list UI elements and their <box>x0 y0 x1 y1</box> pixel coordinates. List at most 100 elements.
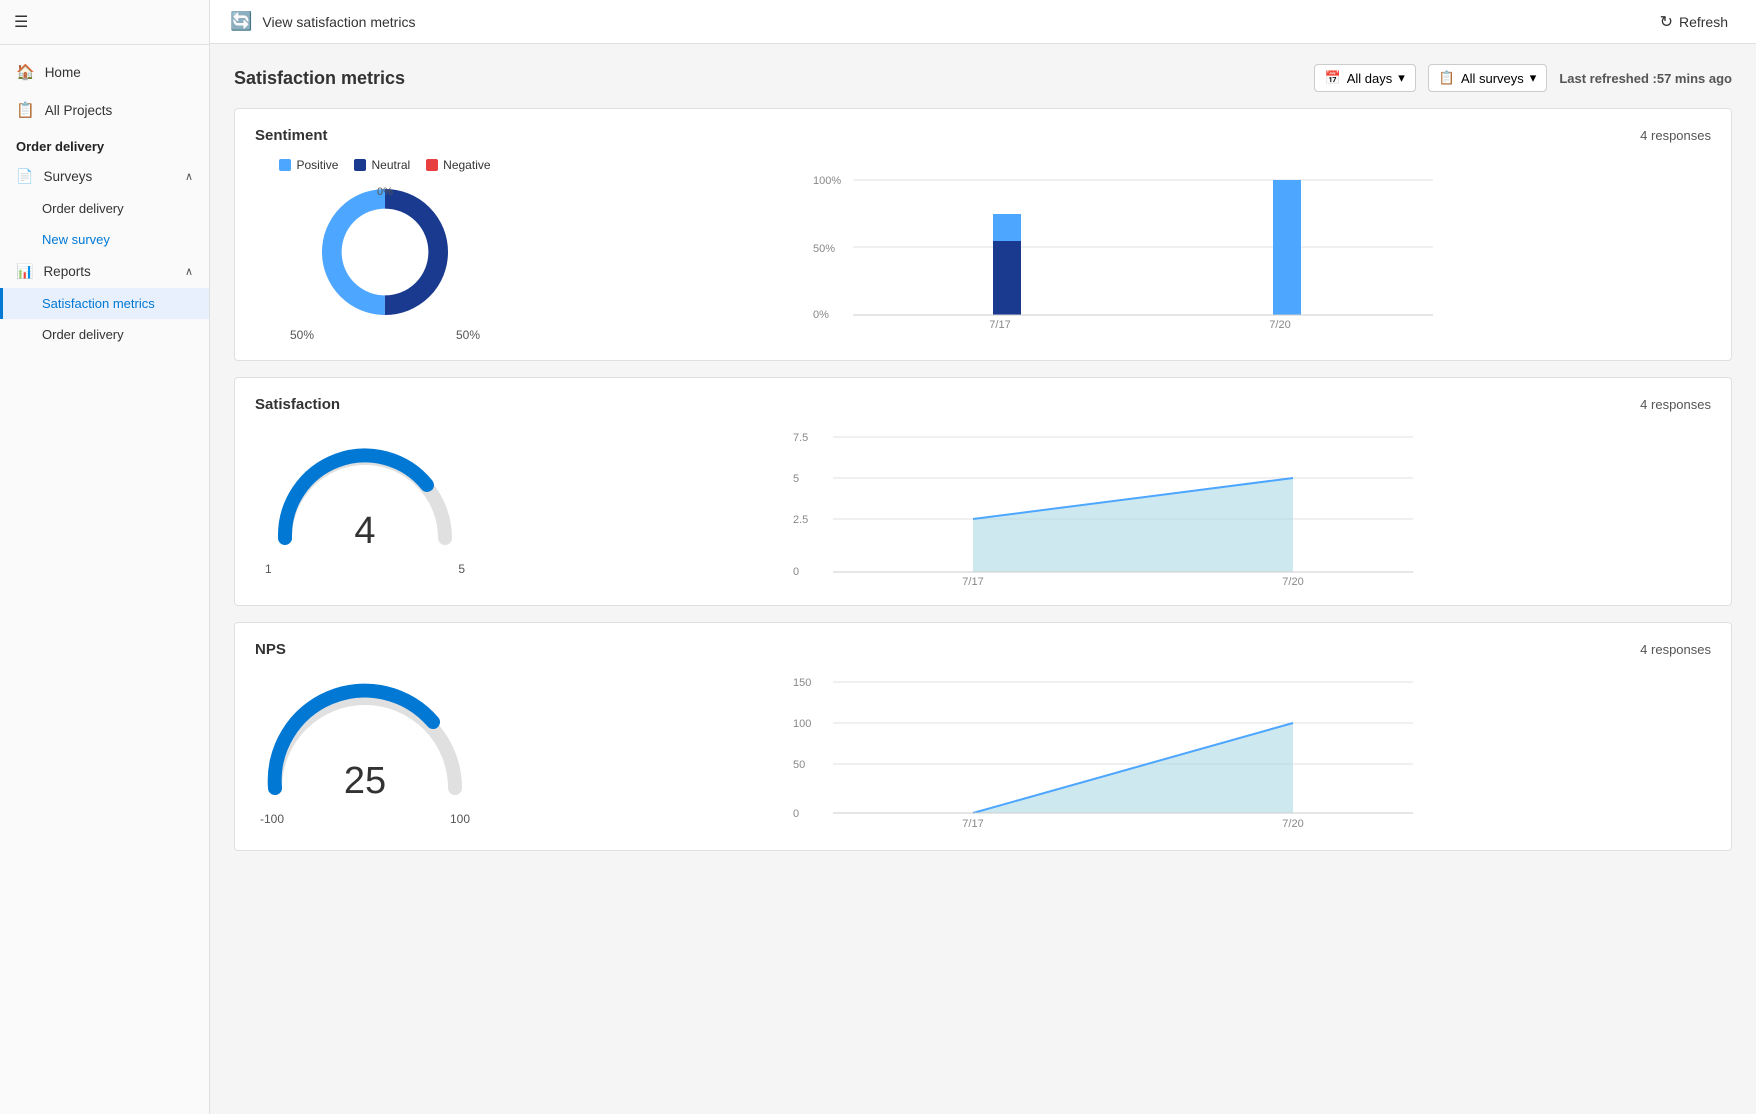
sentiment-legend: Positive Neutral Negative <box>279 158 490 172</box>
page-title: Satisfaction metrics <box>234 68 405 89</box>
refresh-icon: ↻ <box>1660 12 1673 32</box>
sidebar-item-order-delivery-survey[interactable]: Order delivery <box>0 193 209 224</box>
calendar-icon: 📅 <box>1325 70 1341 86</box>
svg-text:0%: 0% <box>813 309 829 321</box>
surveys-section-header[interactable]: 📄 Surveys ∧ <box>0 160 209 193</box>
nps-gauge-svg: 25 <box>255 678 475 808</box>
survey-filter-icon: 📋 <box>1439 70 1455 86</box>
surveys-chevron-icon: ▾ <box>1530 70 1537 86</box>
satisfaction-responses: 4 responses <box>1640 397 1711 412</box>
topbar: 🔄 View satisfaction metrics ↻ Refresh <box>210 0 1756 44</box>
donut-top-label: 0% <box>377 186 393 198</box>
satisfaction-line-chart: 7.5 5 2.5 0 7/17 <box>475 427 1711 587</box>
topbar-icon: 🔄 <box>230 11 252 32</box>
satisfaction-card-header: Satisfaction 4 responses <box>255 396 1711 413</box>
svg-text:7/20: 7/20 <box>1269 319 1290 330</box>
legend-negative: Negative <box>426 158 490 172</box>
all-days-filter[interactable]: 📅 All days ▾ <box>1314 64 1416 92</box>
nps-gauge: 25 -100 100 <box>255 678 475 826</box>
negative-dot <box>426 159 438 171</box>
sentiment-responses: 4 responses <box>1640 128 1711 143</box>
topbar-title: View satisfaction metrics <box>262 14 415 30</box>
sidebar-item-home[interactable]: 🏠 Home <box>0 53 209 91</box>
all-days-label: All days <box>1347 71 1393 86</box>
bar-717-neutral <box>993 241 1021 315</box>
satisfaction-title: Satisfaction <box>255 396 340 413</box>
all-surveys-label: All surveys <box>1461 71 1524 86</box>
sentiment-bar-chart: 100% 50% 0% <box>515 170 1711 330</box>
donut-left-label: 50% <box>290 328 314 342</box>
svg-text:7.5: 7.5 <box>793 432 808 444</box>
sidebar-header: ☰ <box>0 0 209 45</box>
all-surveys-filter[interactable]: 📋 All surveys ▾ <box>1428 64 1548 92</box>
refresh-label: Refresh <box>1679 14 1728 30</box>
reports-label: Reports <box>43 264 90 279</box>
svg-text:50: 50 <box>793 759 805 771</box>
legend-neutral: Neutral <box>354 158 410 172</box>
sentiment-card-body: Positive Neutral Negative <box>255 158 1711 342</box>
section-label-order-delivery: Order delivery <box>0 129 209 160</box>
donut-right-label: 50% <box>456 328 480 342</box>
refresh-button[interactable]: ↻ Refresh <box>1652 8 1736 36</box>
content-header: Satisfaction metrics 📅 All days ▾ 📋 All … <box>234 64 1732 92</box>
svg-text:0: 0 <box>793 808 799 820</box>
sidebar-item-all-projects[interactable]: 📋 All Projects <box>0 91 209 129</box>
donut-chart: 0% <box>315 182 455 322</box>
satisfaction-gauge-svg: 4 <box>265 438 465 558</box>
svg-text:25: 25 <box>344 760 386 802</box>
projects-icon: 📋 <box>16 101 35 119</box>
surveys-icon: 📄 <box>16 168 33 185</box>
svg-text:100: 100 <box>793 718 811 730</box>
reports-section-header[interactable]: 📊 Reports ∧ <box>0 255 209 288</box>
nps-card: NPS 4 responses 25 -100 10 <box>234 622 1732 851</box>
last-refreshed-text: Last refreshed :57 mins ago <box>1559 71 1732 86</box>
negative-label: Negative <box>443 158 490 172</box>
satisfaction-max-label: 5 <box>458 562 465 576</box>
sentiment-card-header: Sentiment 4 responses <box>255 127 1711 144</box>
sidebar-item-new-survey[interactable]: New survey <box>0 224 209 255</box>
home-icon: 🏠 <box>16 63 35 81</box>
svg-text:7/20: 7/20 <box>1282 576 1303 587</box>
neutral-dot <box>354 159 366 171</box>
nps-min-label: -100 <box>260 812 284 826</box>
satisfaction-gauge-labels: 1 5 <box>265 562 465 576</box>
reports-chevron-icon: ∧ <box>185 265 193 278</box>
sidebar-item-all-projects-label: All Projects <box>45 103 113 118</box>
donut-labels: 50% 50% <box>290 328 480 342</box>
donut-svg <box>315 182 455 322</box>
nps-responses: 4 responses <box>1640 642 1711 657</box>
nps-max-label: 100 <box>450 812 470 826</box>
hamburger-icon[interactable]: ☰ <box>14 14 28 31</box>
svg-text:2.5: 2.5 <box>793 514 808 526</box>
sentiment-card: Sentiment 4 responses Positive Neutral <box>234 108 1732 361</box>
reports-icon: 📊 <box>16 263 33 280</box>
sidebar-item-order-delivery-report[interactable]: Order delivery <box>0 319 209 350</box>
positive-label: Positive <box>296 158 338 172</box>
nps-title: NPS <box>255 641 286 658</box>
sentiment-donut-container: Positive Neutral Negative <box>255 158 515 342</box>
sentiment-title: Sentiment <box>255 127 328 144</box>
positive-dot <box>279 159 291 171</box>
content-area: Satisfaction metrics 📅 All days ▾ 📋 All … <box>210 44 1756 1114</box>
svg-text:7/17: 7/17 <box>962 576 983 587</box>
nps-gauge-labels: -100 100 <box>260 812 470 826</box>
surveys-label: Surveys <box>43 169 92 184</box>
satisfaction-gauge: 4 1 5 <box>255 438 475 576</box>
satisfaction-card-body: 4 1 5 7.5 5 2.5 0 <box>255 427 1711 587</box>
nps-card-body: 25 -100 100 150 100 50 0 <box>255 672 1711 832</box>
sidebar: ☰ 🏠 Home 📋 All Projects Order delivery 📄… <box>0 0 210 1114</box>
svg-text:5: 5 <box>793 473 799 485</box>
legend-positive: Positive <box>279 158 338 172</box>
satisfaction-area <box>973 478 1293 572</box>
surveys-chevron-icon: ∧ <box>185 170 193 183</box>
svg-text:7/20: 7/20 <box>1282 818 1303 830</box>
svg-text:7/17: 7/17 <box>962 818 983 830</box>
satisfaction-line-svg: 7.5 5 2.5 0 7/17 <box>495 427 1711 587</box>
svg-text:7/17: 7/17 <box>989 319 1010 330</box>
svg-text:4: 4 <box>354 510 375 552</box>
svg-text:0: 0 <box>793 566 799 578</box>
sidebar-item-satisfaction-metrics[interactable]: Satisfaction metrics <box>0 288 209 319</box>
nps-line-svg: 150 100 50 0 7/17 <box>495 672 1711 832</box>
svg-text:150: 150 <box>793 677 811 689</box>
days-chevron-icon: ▾ <box>1398 70 1405 86</box>
